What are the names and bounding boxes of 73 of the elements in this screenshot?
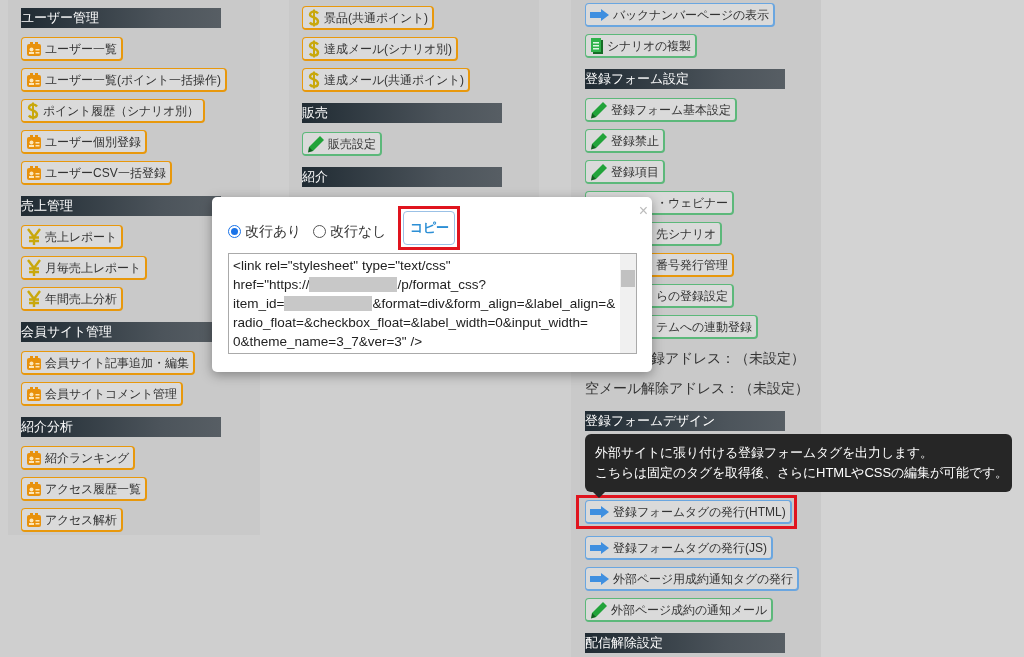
section-header: 登録フォームデザイン — [585, 411, 785, 431]
menu-button[interactable]: 月毎売上レポート — [21, 256, 147, 280]
id-card-icon — [26, 385, 42, 402]
id-card-icon — [26, 354, 42, 371]
menu-button[interactable]: 登録フォーム基本設定 — [585, 98, 737, 122]
document-icon — [590, 36, 604, 55]
menu-button[interactable]: 外部ページ成約の通知メール — [585, 598, 773, 622]
menu-button[interactable]: ポイント履歴（シナリオ別） — [21, 99, 205, 123]
menu-button[interactable]: 会員サイトコメント管理 — [21, 382, 183, 406]
address-label: 空メール解除アドレス：（未設定） — [585, 379, 809, 398]
code-text: /p/format_css? — [397, 276, 486, 294]
dollar-icon — [307, 8, 321, 27]
section-header: 売上管理 — [21, 196, 221, 216]
copy-button[interactable]: コピー — [403, 211, 455, 245]
pencil-icon — [590, 162, 608, 181]
menu-button[interactable]: バックナンバーページの表示 — [585, 3, 775, 27]
pencil-icon — [307, 134, 325, 153]
code-text: href="https:// — [233, 276, 310, 294]
tooltip: 外部サイトに張り付ける登録フォームタグを出力します。 こちらは固定のタグを取得後、さらにHTMLやCSSの編集が可能です。 — [585, 434, 1012, 492]
menu-button[interactable]: アクセス履歴一覧 — [21, 477, 147, 501]
arrow-icon — [590, 8, 610, 21]
menu-button[interactable]: アクセス解析 — [21, 508, 123, 532]
menu-button[interactable]: 登録フォームタグの発行(HTML) — [585, 500, 792, 524]
dollar-icon — [307, 70, 321, 89]
section-header: 紹介 — [302, 167, 502, 187]
menu-button[interactable]: ユーザー一覧 — [21, 37, 123, 61]
arrow-icon — [590, 572, 610, 585]
id-card-icon — [26, 40, 42, 57]
menu-button[interactable]: 販売設定 — [302, 132, 382, 156]
pencil-icon — [590, 600, 608, 619]
id-card-icon — [26, 71, 42, 88]
section-header: 配信解除設定 — [585, 633, 785, 653]
menu-button[interactable]: シナリオの複製 — [585, 34, 697, 58]
yen-icon — [26, 258, 42, 277]
menu-button[interactable]: 達成メール(共通ポイント) — [302, 68, 470, 92]
section-header: 販売 — [302, 103, 502, 123]
code-field[interactable]: <link rel="stylesheet" type="text/css" href="https:// /p/format_css? item_id= &format=div&form_align=&label_align=& radio_float=&checkbox_float=&label_width=0&input_width= 0&theme_name=3_7&ver=3" /> — [228, 253, 637, 354]
section-header: ユーザー管理 — [21, 8, 221, 28]
menu-button[interactable]: ユーザー個別登録 — [21, 130, 147, 154]
menu-button[interactable]: 売上レポート — [21, 225, 123, 249]
menu-button[interactable]: 外部ページ用成約通知タグの発行 — [585, 567, 799, 591]
dollar-icon — [26, 101, 40, 120]
code-text: item_id= — [233, 295, 285, 313]
dollar-icon — [307, 39, 321, 58]
address-label: 録アドレス：（未設定） — [650, 349, 805, 368]
menu-button[interactable]: 会員サイト記事追加・編集 — [21, 351, 195, 375]
menu-button[interactable]: 達成メール(シナリオ別) — [302, 37, 458, 61]
id-card-icon — [26, 164, 42, 181]
code-text: 0&theme_name=3_7&ver=3" /> — [233, 333, 423, 351]
id-card-icon — [26, 449, 42, 466]
pencil-icon — [590, 131, 608, 150]
id-card-icon — [26, 511, 42, 528]
section-header: 登録フォーム設定 — [585, 69, 785, 89]
section-header: 紹介分析 — [21, 417, 221, 437]
menu-button[interactable]: 年間売上分析 — [21, 287, 123, 311]
radio-option[interactable]: 改行なし — [313, 220, 386, 242]
menu-button[interactable]: ユーザー一覧(ポイント一括操作) — [21, 68, 227, 92]
code-text: radio_float=&checkbox_float=&label_width=0&input_width= — [233, 314, 588, 332]
yen-icon — [26, 289, 42, 308]
menu-button[interactable]: ユーザーCSV一括登録 — [21, 161, 172, 185]
pencil-icon — [590, 100, 608, 119]
menu-button[interactable]: 登録禁止 — [585, 129, 665, 153]
arrow-icon — [590, 505, 610, 518]
code-text: <link rel="stylesheet" type="text/css" — [233, 257, 451, 275]
id-card-icon — [26, 480, 42, 497]
menu-button[interactable]: 登録項目 — [585, 160, 665, 184]
id-card-icon — [26, 133, 42, 150]
menu-button[interactable]: 景品(共通ポイント) — [302, 6, 434, 30]
menu-button[interactable]: 紹介ランキング — [21, 446, 135, 470]
menu-button[interactable]: 登録フォームタグの発行(JS) — [585, 536, 773, 560]
radio-option[interactable]: 改行あり — [228, 220, 301, 242]
yen-icon — [26, 227, 42, 246]
arrow-icon — [590, 541, 610, 554]
